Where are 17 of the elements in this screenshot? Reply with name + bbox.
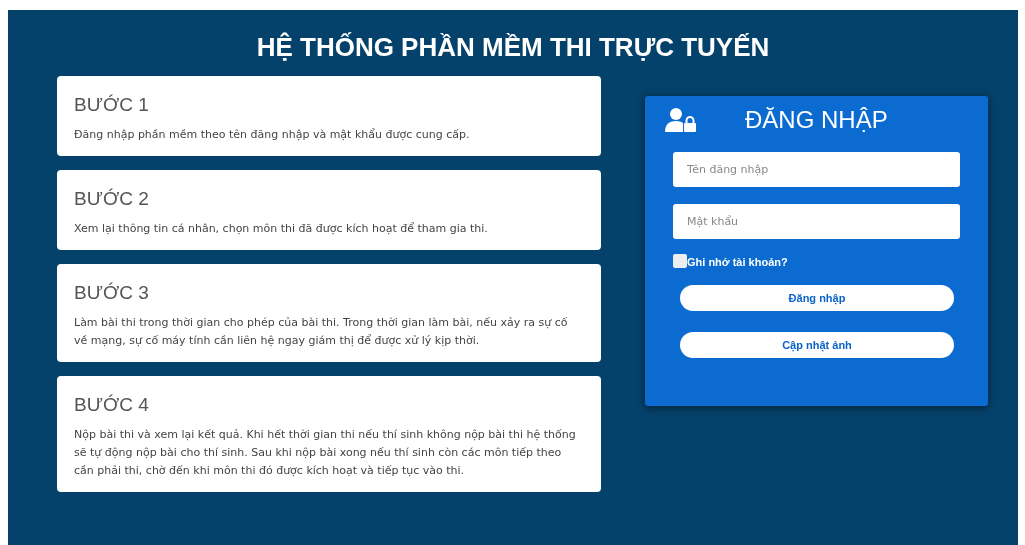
remember-label: Ghi nhớ tài khoản? (687, 256, 788, 268)
step-heading: BƯỚC 1 (74, 94, 150, 116)
username-field[interactable]: Tên đăng nhập (673, 152, 960, 187)
step-description: Đăng nhập phần mềm theo tên đăng nhập và mật khẩu được cung cấp. (74, 127, 471, 143)
step-description: Xem lại thông tin cá nhân, chọn môn thi đã được kích hoạt để tham gia thi. (74, 221, 489, 237)
user-lock-icon (665, 108, 697, 132)
login-title: ĐĂNG NHẬP (745, 106, 888, 134)
step-heading: BƯỚC 3 (74, 282, 150, 304)
step-description: Nộp bài thi và xem lại kết quả. Khi hết thời gian thi nếu thí sinh không nộp bài thi hệ thống sẽ tự động nộp bài cho thí sinh. Sau khi nộp bài xong nếu thí sinh còn các môn tiếp theo cần phải thi, chờ đến khi môn thi đó được kích hoạt và tiếp tục vào thi. (74, 427, 577, 479)
page-title: HỆ THỐNG PHẦN MỀM THI TRỰC TUYẾN (255, 32, 771, 62)
login-button[interactable]: Đăng nhập (680, 285, 954, 311)
step-heading: BƯỚC 4 (74, 394, 150, 416)
password-field[interactable]: Mật khẩu (673, 204, 960, 239)
update-photo-button[interactable]: Cập nhật ảnh (680, 332, 954, 358)
step-description: Làm bài thi trong thời gian cho phép của bài thi. Trong thời gian làm bài, nếu xảy ra sự cố về mạng, sự cố máy tính cần liên hệ ngay giám thị để được xử lý kịp thời. (74, 315, 569, 349)
remember-checkbox[interactable] (673, 254, 687, 268)
step-heading: BƯỚC 2 (74, 188, 150, 210)
